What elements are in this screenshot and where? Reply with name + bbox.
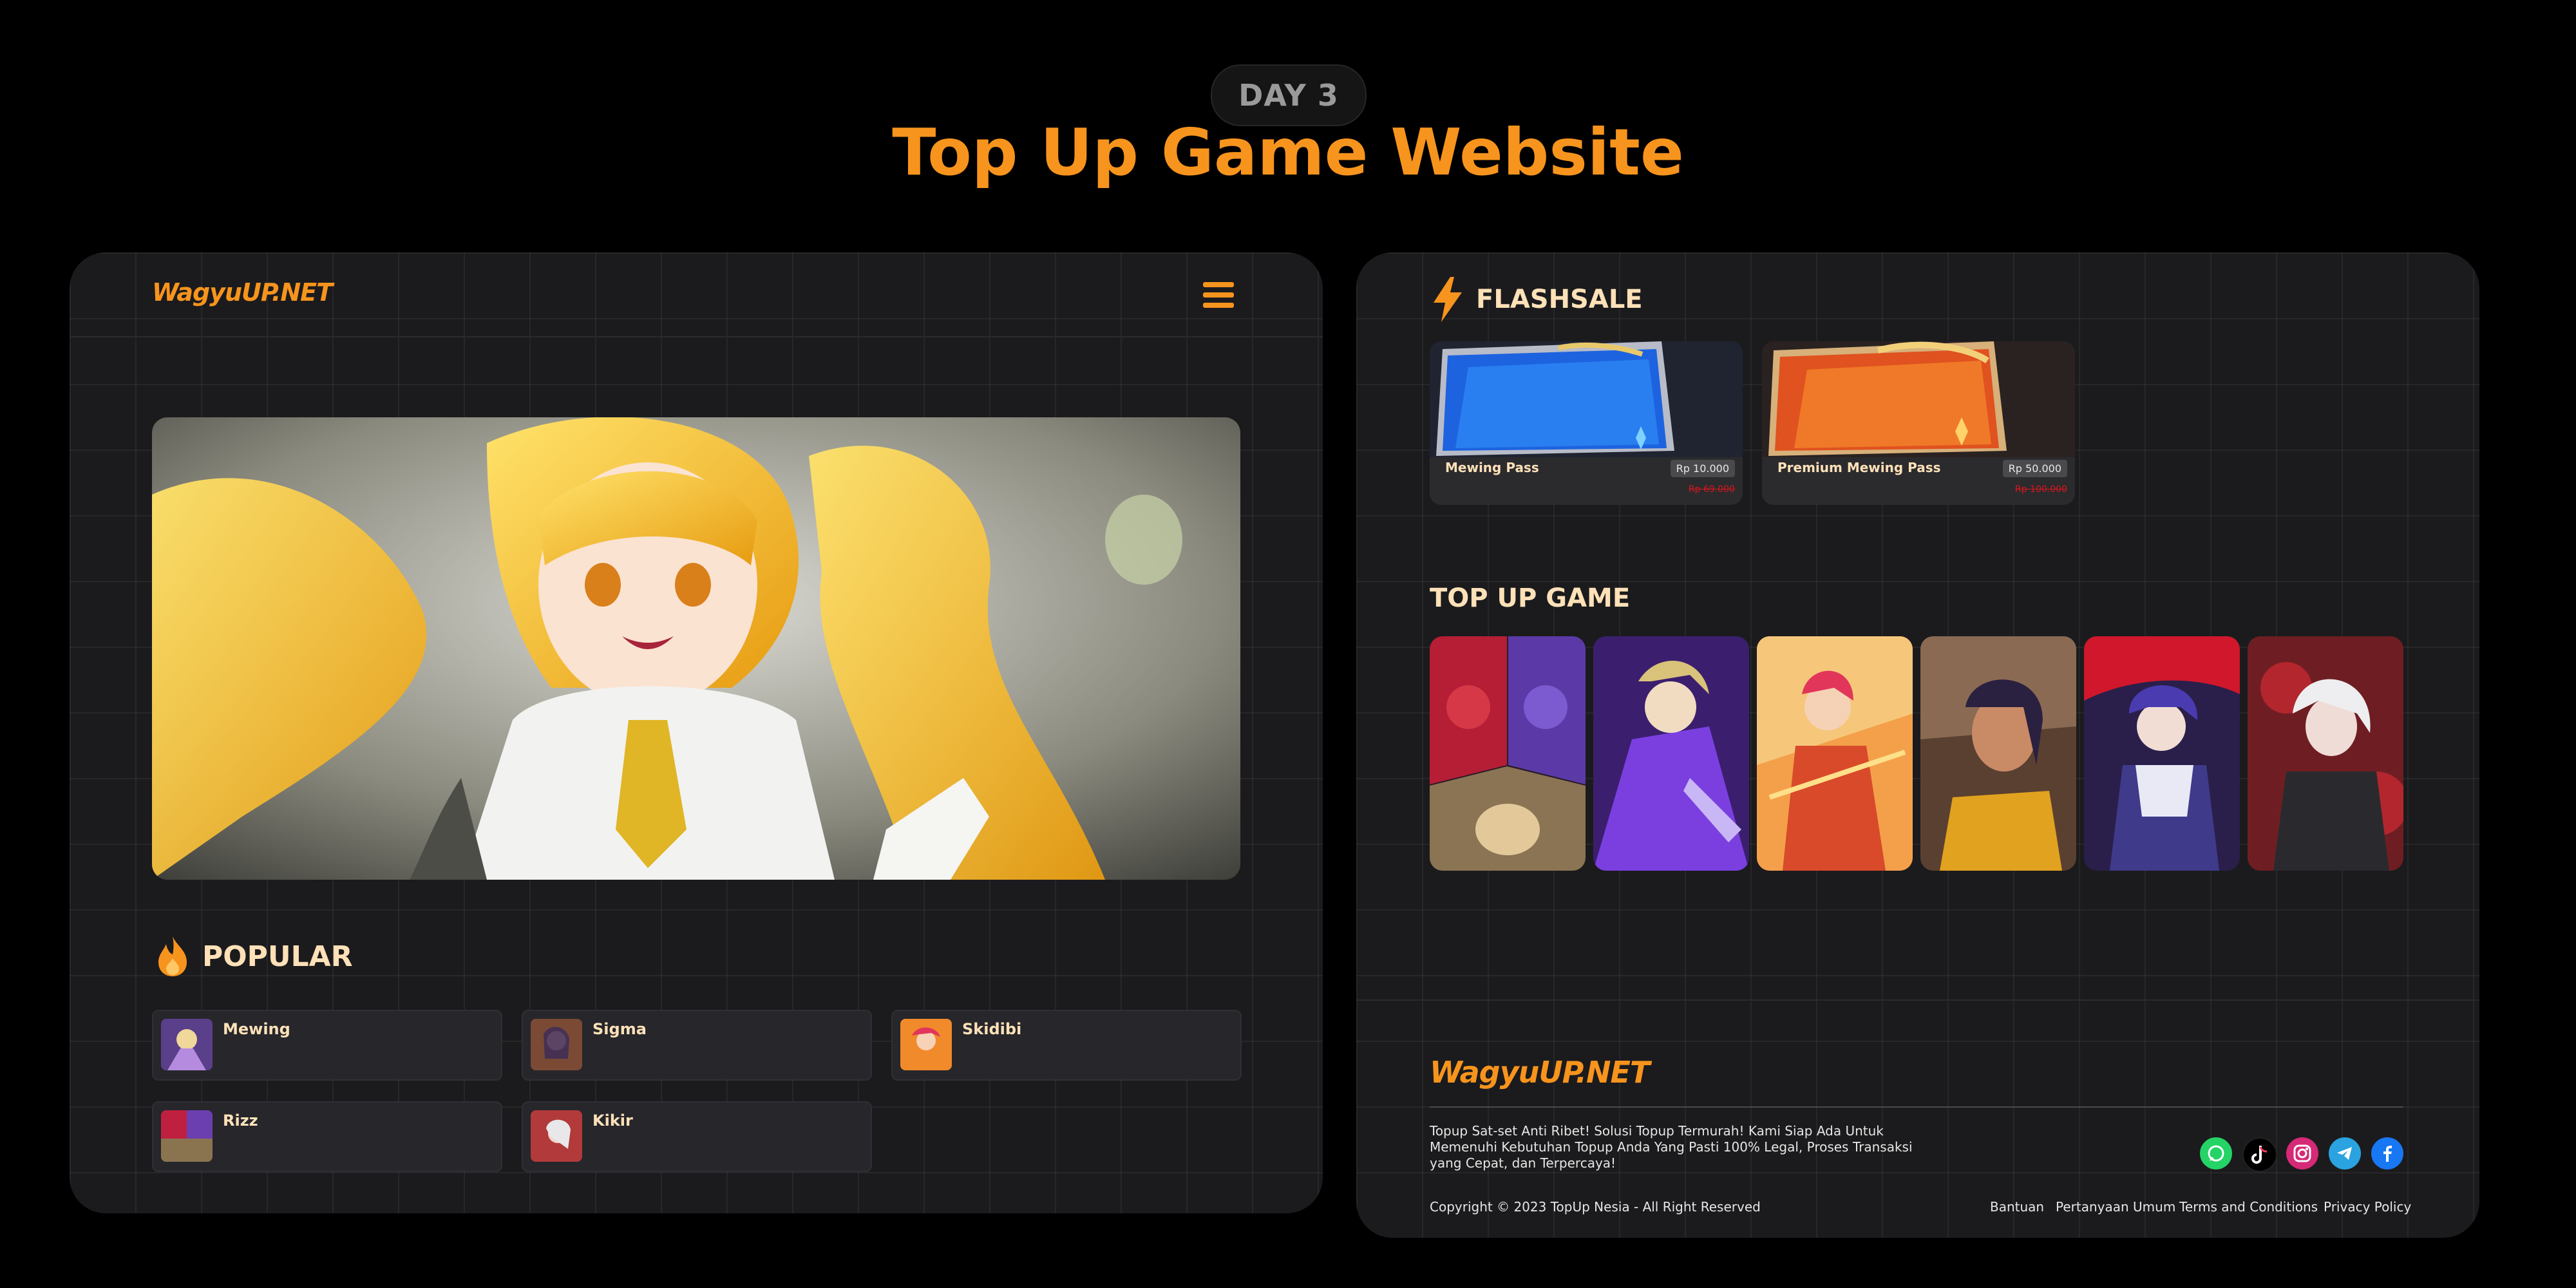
footer-link-pertanyaan-umum[interactable]: Pertanyaan Umum <box>2056 1199 2175 1215</box>
popular-card-sigma[interactable]: Sigma <box>522 1010 872 1081</box>
footer-link-bantuan[interactable]: Bantuan <box>1990 1199 2044 1215</box>
flashsale-item-name: Mewing Pass <box>1445 460 1539 475</box>
popular-card-mewing[interactable]: Mewing <box>152 1010 502 1081</box>
hero-banner-art <box>152 417 1240 880</box>
popular-title: POPULAR <box>202 940 353 973</box>
popular-game-name: Rizz <box>223 1112 258 1130</box>
telegram-icon[interactable] <box>2329 1137 2361 1170</box>
game-art <box>1593 636 1749 871</box>
game-card-2[interactable] <box>1593 636 1749 871</box>
tiktok-icon[interactable] <box>2242 1137 2277 1172</box>
popular-card-rizz[interactable]: Rizz <box>152 1101 502 1172</box>
topup-header: TOP UP GAME <box>1430 583 1630 613</box>
popular-header: POPULAR <box>155 935 353 978</box>
flashsale-old-price: Rp 100.000 <box>2015 484 2067 495</box>
whatsapp-icon[interactable] <box>2200 1137 2232 1170</box>
footer-logo[interactable]: WagyuUP.NET <box>1430 1055 1650 1090</box>
game-thumbnail <box>531 1110 582 1162</box>
popular-game-name: Skidibi <box>962 1020 1022 1038</box>
footer-divider <box>1430 1106 2403 1108</box>
game-card-1[interactable] <box>1430 636 1586 871</box>
top-navbar: WagyuUP.NET <box>70 252 1323 337</box>
game-thumbnail <box>161 1110 213 1162</box>
topup-title: TOP UP GAME <box>1430 583 1631 613</box>
flashsale-header: FLASHSALE <box>1431 276 1643 323</box>
popular-game-name: Mewing <box>223 1020 290 1038</box>
popular-card-skidibi[interactable]: Skidibi <box>891 1010 1242 1081</box>
game-art <box>1920 636 2076 871</box>
game-card-4[interactable] <box>1920 636 2076 871</box>
footer-link-privacy[interactable]: Privacy Policy <box>2324 1199 2411 1215</box>
footer-copyright: Copyright © 2023 TopUp Nesia - All Right… <box>1430 1199 1761 1215</box>
pass-card-art-blue <box>1430 341 1743 457</box>
lightning-icon <box>1434 277 1462 322</box>
flashsale-card-premium-mewing-pass[interactable]: Premium Mewing Pass Rp 50.000 Rp 100.000 <box>1762 341 2075 505</box>
game-art <box>1430 636 1586 871</box>
popular-game-name: Kikir <box>592 1112 633 1130</box>
flashsale-item-name: Premium Mewing Pass <box>1777 460 1941 475</box>
popular-game-name: Sigma <box>592 1020 647 1038</box>
game-thumbnail <box>900 1019 952 1070</box>
page-title: Top Up Game Website <box>892 115 1684 190</box>
mobile-home-panel: WagyuUP.NET POPULAR Mewing Sigma Skidibi… <box>70 252 1323 1213</box>
hamburger-menu-icon[interactable] <box>1203 282 1234 308</box>
facebook-icon[interactable] <box>2371 1137 2403 1170</box>
footer-divider-top <box>1356 999 2479 1001</box>
flashsale-title: FLASHSALE <box>1476 285 1643 314</box>
site-logo[interactable]: WagyuUP.NET <box>152 278 333 307</box>
fire-icon <box>158 936 187 976</box>
game-thumbnail <box>161 1019 213 1070</box>
game-card-6[interactable] <box>2248 636 2403 871</box>
game-art <box>2248 636 2403 871</box>
desktop-home-panel: FLASHSALE Mewing Pass Rp 10.000 Rp 69.00… <box>1356 252 2479 1238</box>
hero-banner[interactable] <box>152 417 1240 880</box>
instagram-icon[interactable] <box>2286 1137 2318 1170</box>
footer-description: Topup Sat-set Anti Ribet! Solusi Topup T… <box>1430 1123 1913 1171</box>
flashsale-card-mewing-pass[interactable]: Mewing Pass Rp 10.000 Rp 69.000 <box>1430 341 1743 505</box>
pass-card-art-orange <box>1762 341 2075 457</box>
game-card-3[interactable] <box>1757 636 1913 871</box>
game-thumbnail <box>531 1019 582 1070</box>
footer-link-terms[interactable]: Terms and Conditions <box>2179 1199 2318 1215</box>
popular-card-kikir[interactable]: Kikir <box>522 1101 872 1172</box>
game-art <box>2084 636 2240 871</box>
game-card-5[interactable] <box>2084 636 2240 871</box>
flashsale-old-price: Rp 69.000 <box>1688 484 1735 495</box>
game-art <box>1757 636 1913 871</box>
flashsale-price: Rp 50.000 <box>2002 460 2067 477</box>
flashsale-price: Rp 10.000 <box>1670 460 1735 477</box>
